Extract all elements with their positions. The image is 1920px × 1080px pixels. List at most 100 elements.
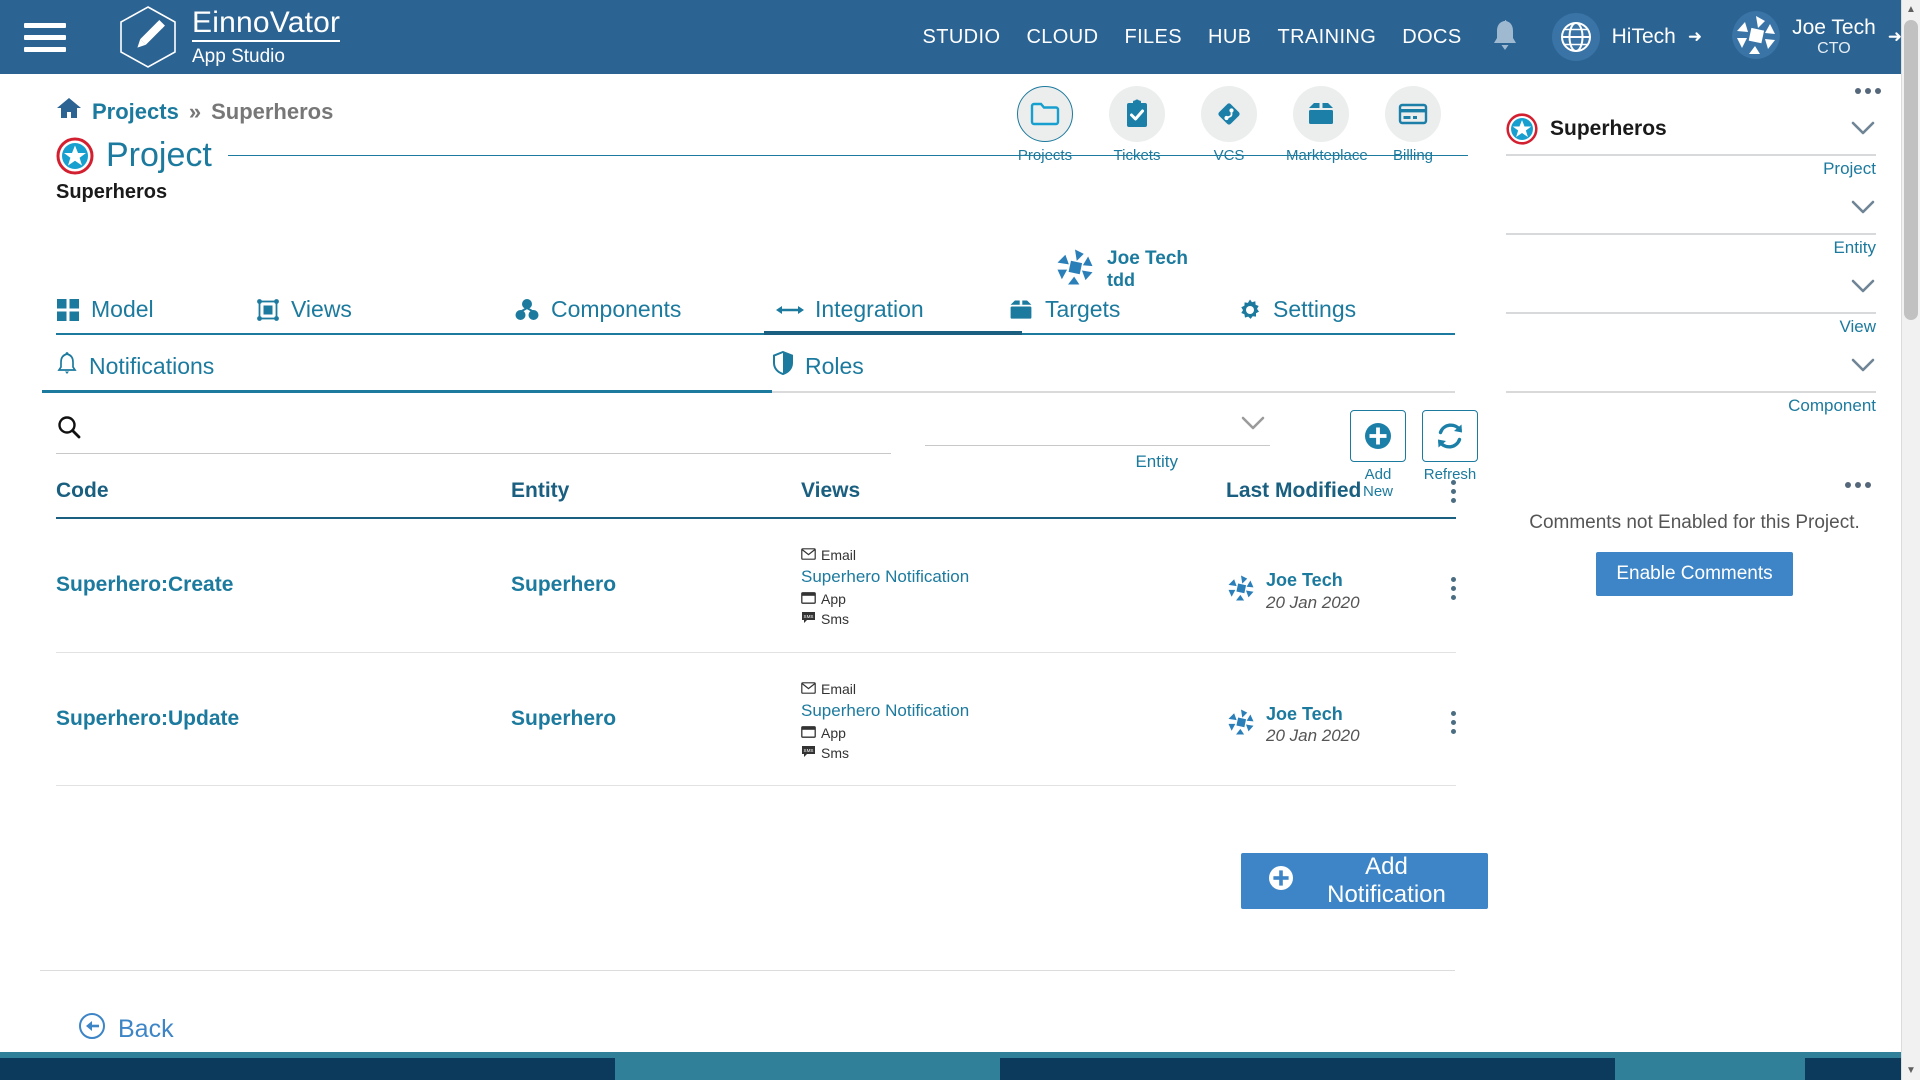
row-options-menu[interactable] bbox=[1426, 541, 1456, 600]
home-icon[interactable] bbox=[56, 96, 82, 127]
nav-docs[interactable]: DOCS bbox=[1402, 26, 1461, 49]
row-entity-link[interactable]: Superhero bbox=[511, 675, 801, 731]
plus-circle-icon bbox=[1267, 864, 1295, 899]
chevron-down-icon[interactable]: ➜ bbox=[1888, 27, 1902, 47]
breadcrumb: Projects » Superheros bbox=[56, 96, 333, 127]
user-menu[interactable]: Joe Tech CTO ➜ bbox=[1732, 10, 1902, 64]
column-header-code[interactable]: Code bbox=[56, 479, 511, 503]
subtab-label: Notifications bbox=[89, 352, 215, 379]
panel-more-options-icon[interactable] bbox=[1855, 88, 1881, 94]
row-views: Email Superhero Notification App SMS Sms bbox=[801, 675, 1226, 764]
comments-message: Comments not Enabled for this Project. bbox=[1529, 512, 1860, 533]
view-notification-link[interactable]: Superhero Notification bbox=[801, 565, 1226, 589]
view-channel-label: Sms bbox=[821, 611, 849, 628]
kebab-dot bbox=[1451, 586, 1456, 591]
chevron-down-icon[interactable] bbox=[1850, 195, 1876, 221]
box-icon bbox=[1008, 298, 1034, 322]
kebab-menu-icon[interactable] bbox=[1451, 577, 1456, 600]
nav-hub[interactable]: HUB bbox=[1208, 26, 1251, 49]
row-entity-link[interactable]: Superhero bbox=[511, 541, 801, 597]
search-input[interactable] bbox=[92, 422, 891, 445]
brand-title: EinnoVator bbox=[192, 8, 341, 42]
sms-icon: SMS bbox=[801, 609, 816, 629]
view-notification-link[interactable]: Superhero Notification bbox=[801, 699, 1226, 723]
box-icon bbox=[1293, 86, 1349, 142]
breadcrumb-projects[interactable]: Projects bbox=[92, 99, 179, 125]
table-row[interactable]: Superhero:Create Superhero Email Superhe… bbox=[56, 519, 1456, 653]
arrow-left-circle-icon bbox=[78, 1012, 106, 1047]
tab-views[interactable]: Views bbox=[256, 296, 514, 333]
page-scrollbar[interactable]: ▲ ▼ bbox=[1901, 0, 1920, 1080]
org-selector[interactable]: HiTech ➜ bbox=[1551, 13, 1702, 61]
table-options-menu[interactable] bbox=[1426, 480, 1456, 503]
sms-icon: SMS bbox=[801, 743, 816, 763]
back-button[interactable]: Back bbox=[78, 1012, 174, 1047]
comments-more-options-icon[interactable] bbox=[1845, 482, 1871, 488]
panel-field-project[interactable]: Superheros Project bbox=[1506, 110, 1876, 179]
pencil-hexagon-icon[interactable] bbox=[118, 5, 178, 69]
panel-field-entity[interactable]: Entity bbox=[1506, 189, 1876, 258]
icon-nav-projects[interactable]: Projects bbox=[1010, 86, 1080, 164]
chevron-down-icon[interactable] bbox=[1850, 116, 1876, 142]
dot bbox=[1875, 88, 1881, 94]
row-code-link[interactable]: Superhero:Create bbox=[56, 541, 511, 597]
icon-nav-marketplace[interactable]: Markteplace bbox=[1286, 86, 1368, 164]
table-row[interactable]: Superhero:Update Superhero Email Superhe… bbox=[56, 653, 1456, 787]
nav-cloud[interactable]: CLOUD bbox=[1026, 26, 1098, 49]
entity-filter[interactable]: Entity bbox=[925, 414, 1270, 472]
hamburger-bar bbox=[24, 46, 66, 52]
panel-component-label: Component bbox=[1788, 396, 1876, 415]
tab-targets[interactable]: Targets bbox=[1008, 296, 1238, 333]
tab-components[interactable]: Components bbox=[514, 296, 776, 333]
clipboard-check-icon bbox=[1109, 86, 1165, 142]
nav-studio[interactable]: STUDIO bbox=[922, 26, 1000, 49]
kebab-menu-icon[interactable] bbox=[1451, 710, 1456, 734]
modifier-avatar bbox=[1226, 707, 1256, 742]
panel-field-view[interactable]: View bbox=[1506, 268, 1876, 337]
row-last-modified: Joe Tech 20 Jan 2020 bbox=[1226, 675, 1426, 747]
add-notification-button[interactable]: Add Notification bbox=[1241, 853, 1488, 909]
view-channel-app: App bbox=[801, 589, 1226, 609]
shield-icon bbox=[772, 350, 794, 381]
nav-files[interactable]: FILES bbox=[1124, 26, 1182, 49]
icon-nav-vcs[interactable]: VCS bbox=[1194, 86, 1264, 164]
column-header-entity[interactable]: Entity bbox=[511, 479, 801, 503]
view-channel-label: Email bbox=[821, 680, 857, 697]
kebab-dot bbox=[1451, 489, 1456, 494]
scrollbar-thumb[interactable] bbox=[1904, 20, 1918, 320]
enable-comments-button[interactable]: Enable Comments bbox=[1596, 552, 1793, 596]
view-channel-sms: SMS Sms bbox=[801, 743, 1226, 763]
brand[interactable]: EinnoVator App Studio bbox=[192, 8, 341, 66]
scroll-down-arrow-icon[interactable]: ▼ bbox=[1902, 1061, 1920, 1080]
tab-model[interactable]: Model bbox=[56, 296, 256, 333]
row-options-menu[interactable] bbox=[1426, 675, 1456, 734]
icon-nav-billing[interactable]: Billing bbox=[1378, 86, 1448, 164]
tab-settings[interactable]: Settings bbox=[1238, 296, 1356, 333]
search-icon bbox=[56, 414, 82, 445]
icon-nav-tickets[interactable]: Tickets bbox=[1102, 86, 1172, 164]
kebab-menu-icon[interactable] bbox=[1451, 480, 1456, 503]
secondary-tabs: Notifications Roles bbox=[42, 350, 1455, 393]
tab-integration[interactable]: Integration bbox=[764, 296, 1022, 335]
chevron-down-icon[interactable] bbox=[1850, 353, 1876, 379]
subtab-notifications[interactable]: Notifications bbox=[42, 351, 772, 393]
scroll-up-arrow-icon[interactable]: ▲ bbox=[1902, 0, 1920, 19]
chevron-down-icon[interactable] bbox=[1850, 274, 1876, 300]
subtab-roles[interactable]: Roles bbox=[772, 350, 864, 391]
kebab-dot bbox=[1451, 498, 1456, 503]
notification-bell-icon[interactable] bbox=[1490, 18, 1520, 57]
chevron-down-icon[interactable]: ➜ bbox=[1688, 27, 1702, 47]
row-code-link[interactable]: Superhero:Update bbox=[56, 675, 511, 731]
panel-field-component[interactable]: Component bbox=[1506, 347, 1876, 416]
chevron-down-icon[interactable] bbox=[1240, 414, 1266, 437]
column-header-last-modified[interactable]: Last Modified bbox=[1226, 479, 1426, 503]
nav-training[interactable]: TRAINING bbox=[1277, 26, 1376, 49]
hamburger-menu-icon[interactable] bbox=[24, 22, 66, 52]
kebab-dot bbox=[1451, 710, 1456, 716]
back-label: Back bbox=[118, 1015, 174, 1043]
tab-label: Targets bbox=[1045, 296, 1121, 322]
app-window-icon bbox=[801, 589, 816, 609]
column-header-views[interactable]: Views bbox=[801, 479, 1226, 503]
status-bar-segment bbox=[1615, 1058, 1805, 1080]
page-subtitle: Superheros bbox=[56, 181, 168, 203]
